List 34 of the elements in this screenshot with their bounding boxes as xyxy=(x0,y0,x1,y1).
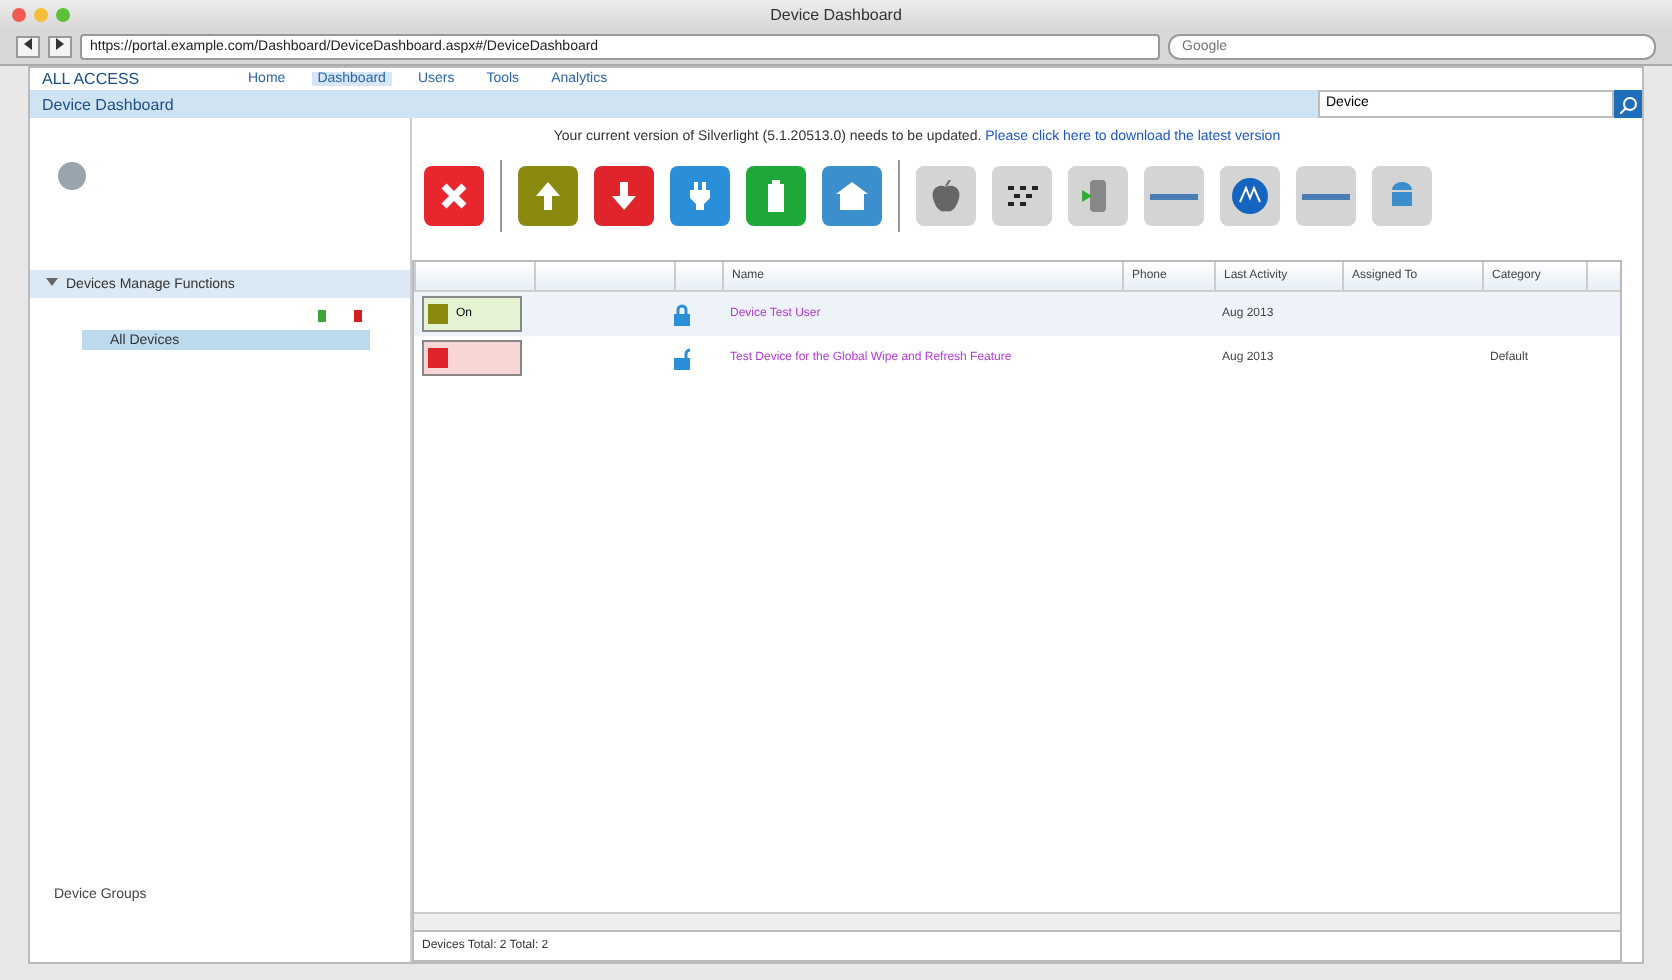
back-icon xyxy=(24,38,32,50)
bar-icon xyxy=(1150,193,1198,199)
page-title: Device Dashboard xyxy=(40,95,176,113)
action-button[interactable] xyxy=(594,166,654,226)
platform-button[interactable] xyxy=(992,166,1052,226)
forward-button[interactable] xyxy=(48,35,72,57)
back-button[interactable] xyxy=(16,35,40,57)
close-window-button[interactable] xyxy=(12,7,26,21)
logo-icon xyxy=(58,162,86,190)
action-button[interactable] xyxy=(746,166,806,226)
horizontal-scrollbar[interactable] xyxy=(414,912,1620,930)
window-title: Device Dashboard xyxy=(768,5,904,23)
action-button[interactable] xyxy=(424,166,484,226)
forward-icon xyxy=(56,38,64,50)
arrow-up-icon xyxy=(536,182,560,210)
brand-name: ALL ACCESS xyxy=(42,70,142,88)
caret-icon xyxy=(46,276,58,288)
arrow-down-icon xyxy=(612,182,636,210)
circle-icon xyxy=(1232,178,1268,214)
plug-icon xyxy=(690,182,710,210)
status-indicator xyxy=(422,340,522,376)
battery-icon xyxy=(768,180,784,212)
house-icon xyxy=(836,182,868,210)
robot-icon xyxy=(1388,180,1416,212)
action-button[interactable] xyxy=(822,166,882,226)
close-icon xyxy=(440,182,468,210)
search-button[interactable] xyxy=(1614,90,1642,118)
action-button[interactable] xyxy=(518,166,578,226)
zoom-button[interactable] xyxy=(56,7,70,21)
dots-icon xyxy=(1006,184,1038,208)
bar-icon xyxy=(1302,193,1350,199)
platform-button[interactable] xyxy=(1220,166,1280,226)
action-button[interactable] xyxy=(670,166,730,226)
apple-icon xyxy=(932,180,960,212)
